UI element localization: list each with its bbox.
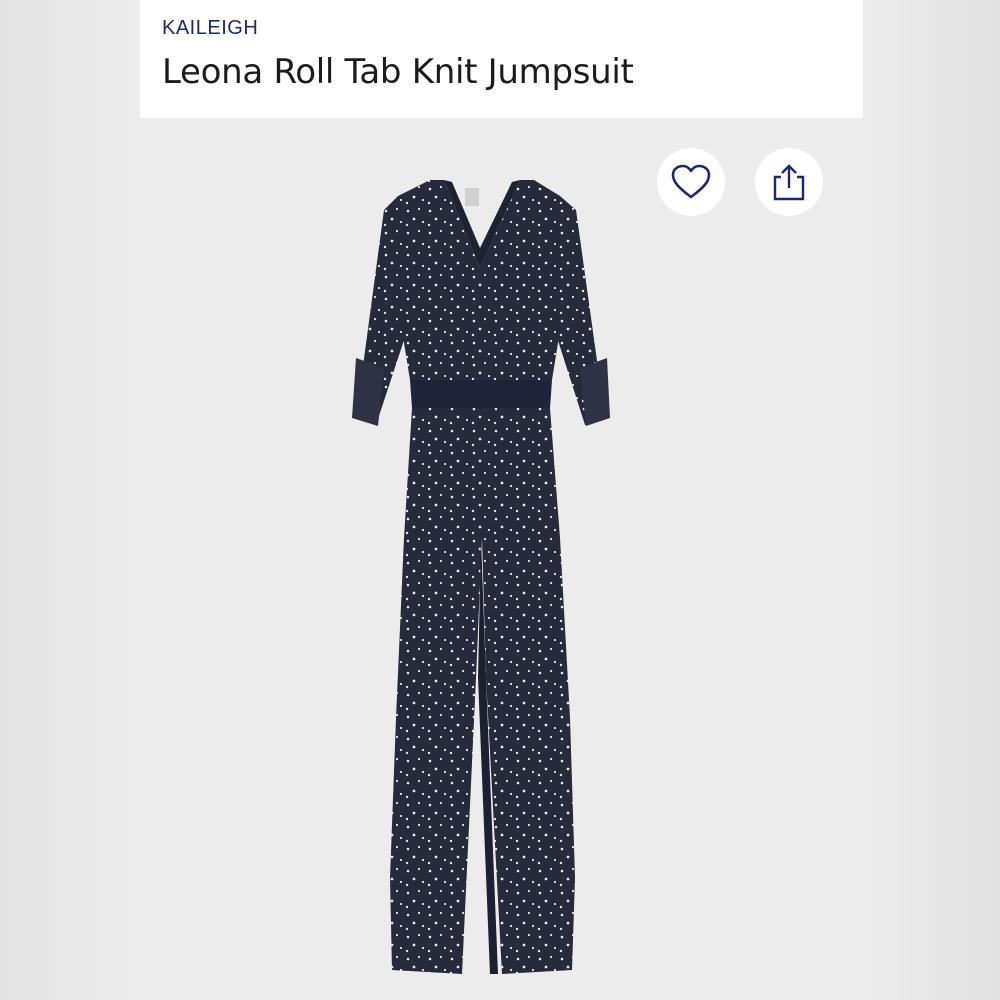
right-backdrop bbox=[863, 0, 1000, 1000]
left-backdrop bbox=[0, 0, 140, 1000]
product-card: KAILEIGH Leona Roll Tab Knit Jumpsuit bbox=[140, 0, 863, 1000]
favorite-button[interactable] bbox=[657, 148, 725, 216]
product-image[interactable] bbox=[140, 118, 863, 1000]
share-icon bbox=[773, 164, 805, 201]
share-button[interactable] bbox=[755, 148, 823, 216]
brand-name[interactable]: KAILEIGH bbox=[162, 17, 258, 40]
product-title: Leona Roll Tab Knit Jumpsuit bbox=[162, 52, 634, 92]
product-header: KAILEIGH Leona Roll Tab Knit Jumpsuit bbox=[140, 0, 863, 118]
heart-icon bbox=[671, 164, 711, 199]
jumpsuit-image bbox=[352, 180, 610, 974]
